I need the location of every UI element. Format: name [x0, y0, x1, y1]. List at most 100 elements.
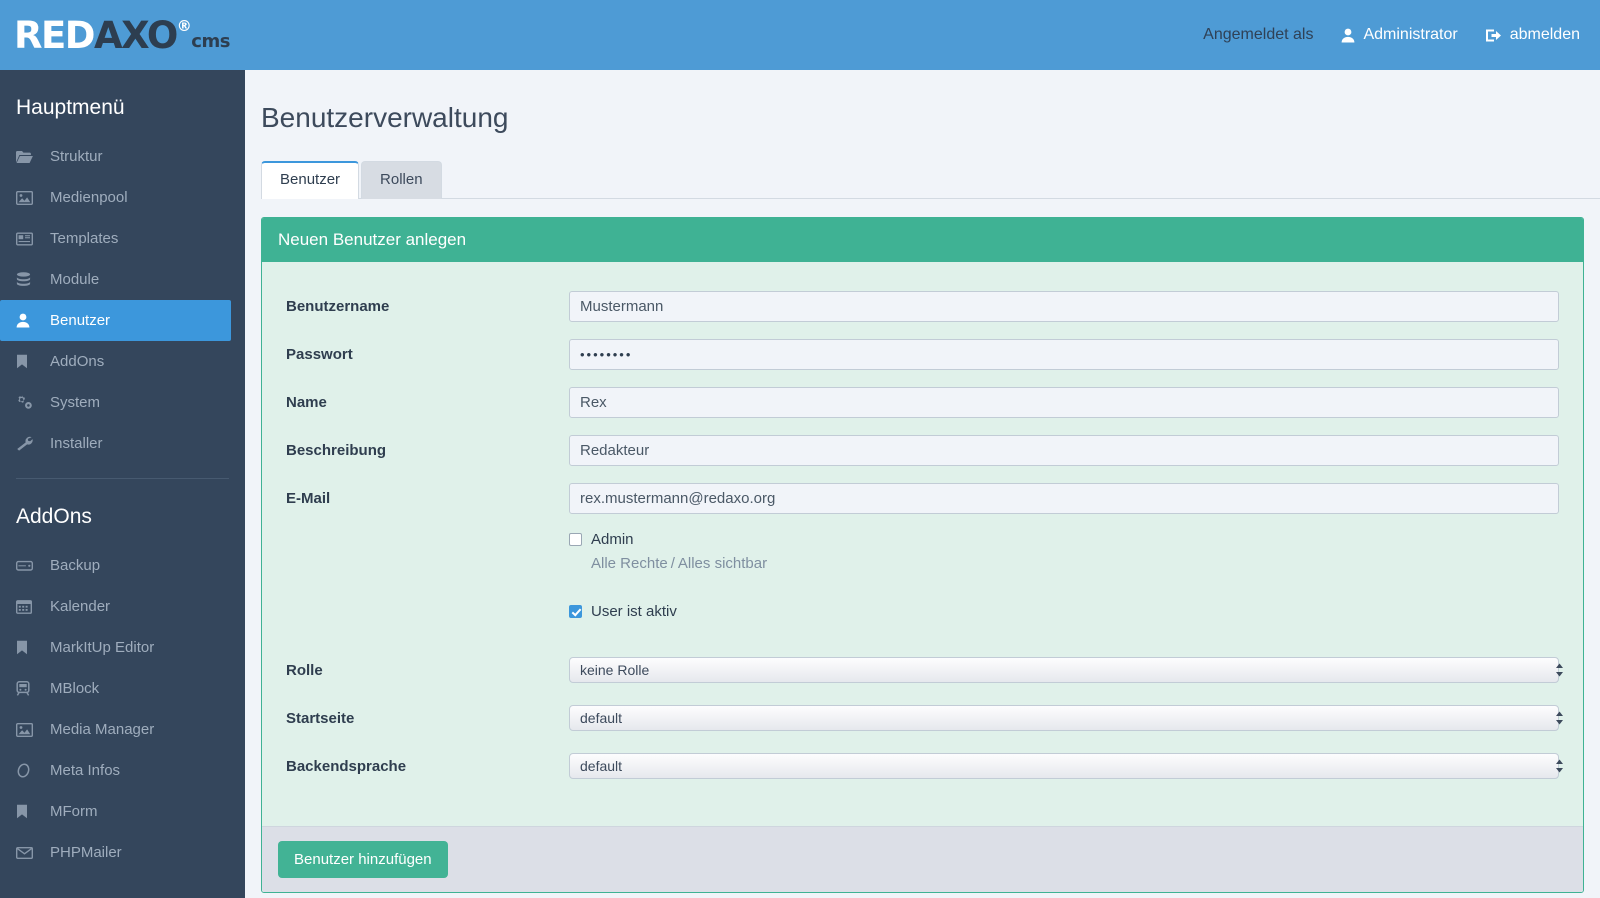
logo-red-text: RED — [14, 13, 95, 57]
user-active-checkbox[interactable] — [569, 604, 582, 618]
sidebar: Hauptmenü Struktur Medienpool Templates Mod… — [0, 70, 245, 898]
sidebar-item-label: MBlock — [50, 680, 100, 697]
label-role: Rolle — [286, 661, 323, 679]
sidebar-addons-list: Backup Kalender MarkItUp Editor MBlock Media… — [0, 545, 245, 873]
tab-benutzer[interactable]: Benutzer — [261, 161, 360, 199]
gears-icon — [16, 395, 38, 410]
sidebar-item-benutzer[interactable]: Benutzer — [0, 300, 231, 341]
role-select[interactable]: keine Rolle — [569, 657, 1559, 683]
startpage-select[interactable]: default — [569, 705, 1559, 731]
label-email: E-Mail — [286, 489, 331, 507]
wrench-icon — [16, 436, 38, 451]
top-header: RED AXO ® cms Angemeldet als Administrator … — [0, 0, 1600, 70]
new-user-panel: Neuen Benutzer anlegen Benutzername Pass… — [261, 217, 1584, 893]
form-row-description: Beschreibung — [274, 426, 1571, 474]
sidebar-item-module[interactable]: Module — [0, 259, 245, 300]
field-name — [569, 386, 1571, 418]
form-row-username: Benutzername — [274, 282, 1571, 330]
sidebar-item-kalender[interactable]: Kalender — [0, 586, 245, 627]
main-content: Benutzerverwaltung Benutzer Rollen Neuen … — [245, 70, 1600, 898]
sidebar-item-media-manager[interactable]: Media Manager — [0, 709, 245, 750]
form-row-password: Passwort — [274, 330, 1571, 378]
sidebar-main-title: Hauptmenü — [16, 96, 125, 119]
sidebar-item-backup[interactable]: Backup — [0, 545, 245, 586]
current-user-name: Administrator — [1363, 26, 1458, 43]
bookmark-icon — [16, 640, 38, 655]
sidebar-item-label: Backup — [50, 557, 101, 574]
sidebar-item-label: Medienpool — [50, 189, 128, 206]
sidebar-item-addons[interactable]: AddOns — [0, 341, 245, 382]
field-username — [569, 290, 1571, 322]
sidebar-item-label: MarkItUp Editor — [50, 639, 155, 656]
sidebar-item-label: Media Manager — [50, 721, 155, 738]
field-email — [569, 482, 1571, 514]
sidebar-item-phpmailer[interactable]: PHPMailer — [0, 832, 245, 873]
all-rights-link[interactable]: Alle Rechte — [591, 555, 668, 572]
registered-trademark-icon: ® — [176, 16, 192, 35]
admin-checkbox-label: Admin — [591, 530, 634, 548]
label-startpage: Startseite — [286, 709, 355, 727]
username-input[interactable] — [569, 290, 1559, 322]
admin-checkbox-row[interactable]: Admin — [569, 526, 1571, 552]
form-row-startpage: Startseite default — [274, 694, 1571, 742]
sidebar-item-label: AddOns — [50, 353, 105, 370]
field-startpage: default — [569, 705, 1571, 731]
name-input[interactable] — [569, 386, 1559, 418]
description-input[interactable] — [569, 434, 1559, 466]
sidebar-item-meta-infos[interactable]: Meta Infos — [0, 750, 245, 791]
sidebar-item-mblock[interactable]: MBlock — [0, 668, 245, 709]
logo-axo-text: AXO — [93, 13, 178, 57]
newspaper-icon — [16, 232, 38, 246]
envelope-icon — [16, 846, 38, 859]
hdd-icon — [16, 559, 38, 572]
logged-in-label: Angemeldet als — [1203, 26, 1314, 43]
tab-rollen[interactable]: Rollen — [361, 161, 442, 199]
calendar-icon — [16, 599, 38, 614]
admin-checkbox[interactable] — [569, 532, 582, 546]
admin-permission-links: Alle Rechte / Alles sichtbar — [569, 555, 1571, 572]
image-icon — [16, 722, 38, 737]
image-icon — [16, 190, 38, 205]
panel-footer: Benutzer hinzufügen — [262, 826, 1583, 892]
password-input[interactable] — [569, 338, 1559, 370]
field-language: default — [569, 753, 1571, 779]
sidebar-main-list: Struktur Medienpool Templates Module Benutze… — [0, 136, 245, 464]
field-role: keine Rolle — [569, 657, 1571, 683]
sidebar-item-label: Meta Infos — [50, 762, 121, 779]
language-select[interactable]: default — [569, 753, 1559, 779]
sidebar-item-mform[interactable]: MForm — [0, 791, 245, 832]
sidebar-item-label: Module — [50, 271, 100, 288]
sidebar-item-templates[interactable]: Templates — [0, 218, 245, 259]
form-row-name: Name — [274, 378, 1571, 426]
redaxo-logo[interactable]: RED AXO ® cms — [14, 17, 230, 54]
email-input[interactable] — [569, 482, 1559, 514]
sidebar-item-struktur[interactable]: Struktur — [0, 136, 245, 177]
bookmark-icon — [16, 804, 38, 819]
label-language: Backendsprache — [286, 757, 407, 775]
logout-link[interactable]: abmelden — [1485, 26, 1580, 44]
logo-cms-text: cms — [191, 30, 230, 52]
sidebar-item-label: Templates — [50, 230, 119, 247]
sidebar-item-label: MForm — [50, 803, 98, 820]
bookmark-icon — [16, 354, 38, 369]
add-user-button[interactable]: Benutzer hinzufügen — [278, 841, 448, 878]
sidebar-item-installer[interactable]: Installer — [0, 423, 245, 464]
sidebar-item-markitup-editor[interactable]: MarkItUp Editor — [0, 627, 245, 668]
user-active-label: User ist aktiv — [591, 602, 677, 620]
block-spacer-2 — [274, 624, 1571, 646]
sidebar-item-label: Struktur — [50, 148, 103, 165]
current-user-link[interactable]: Administrator — [1341, 26, 1458, 44]
label-password: Passwort — [286, 345, 353, 363]
train-icon — [16, 681, 38, 696]
sidebar-item-system[interactable]: System — [0, 382, 245, 423]
all-visible-link[interactable]: Alles sichtbar — [678, 555, 767, 572]
form-row-role: Rolle keine Rolle — [274, 646, 1571, 694]
sidebar-item-label: Installer — [50, 435, 103, 452]
tab-bar: Benutzer Rollen — [261, 159, 1600, 199]
active-checkbox-row[interactable]: User ist aktiv — [569, 598, 1571, 624]
circle-icon — [16, 763, 38, 778]
label-name: Name — [286, 393, 327, 411]
links-separator: / — [670, 555, 675, 572]
bottom-spacer — [274, 790, 1571, 812]
sidebar-item-medienpool[interactable]: Medienpool — [0, 177, 245, 218]
